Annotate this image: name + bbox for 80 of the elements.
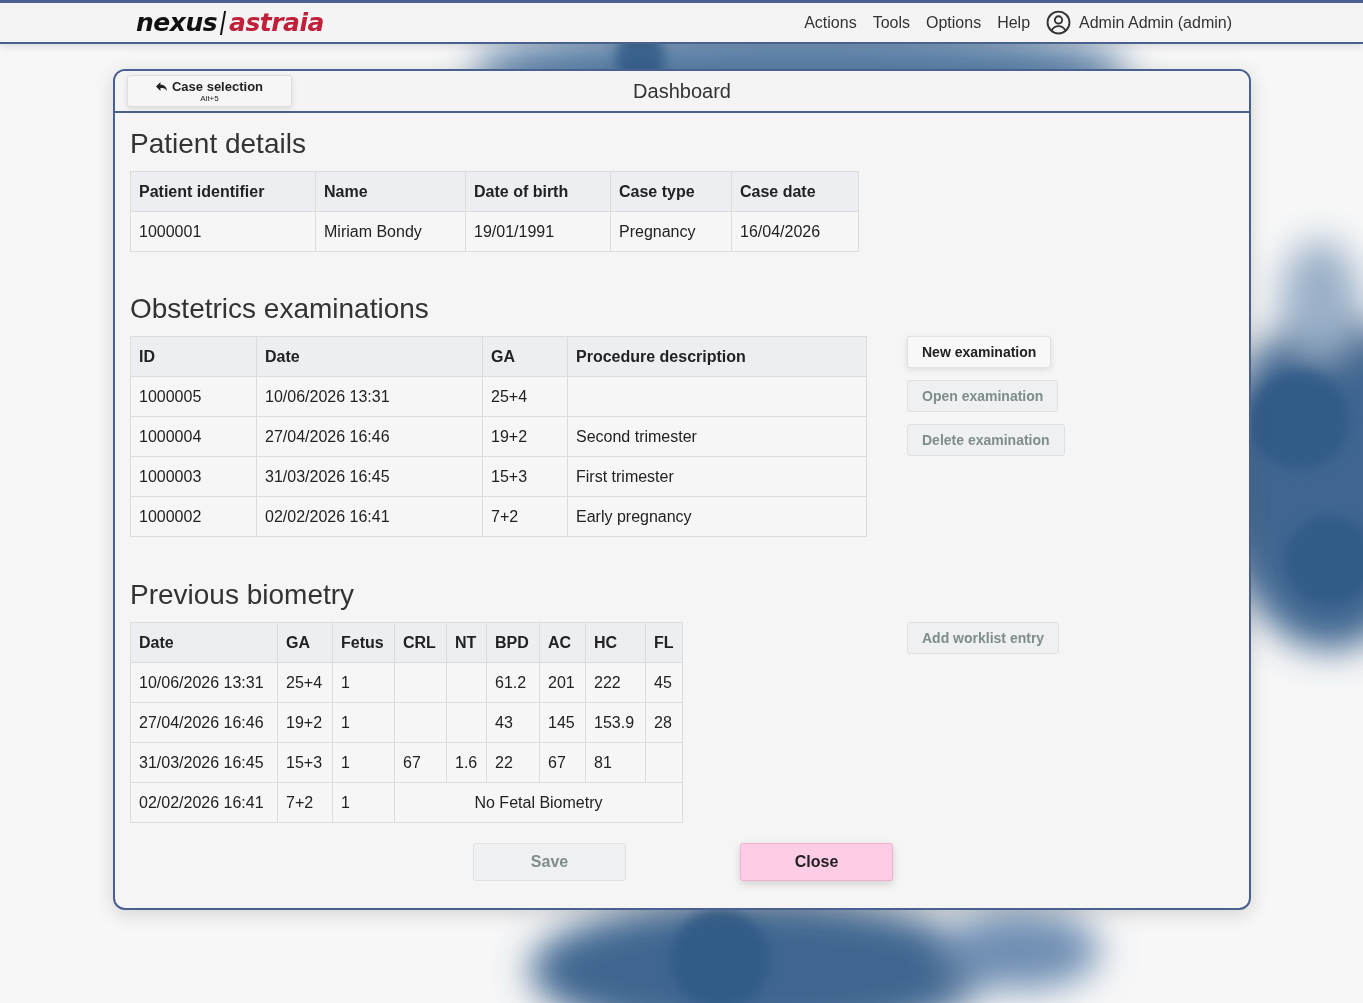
table-cell: 16/04/2026 bbox=[731, 211, 859, 252]
table-cell: 31/03/2026 16:45 bbox=[256, 456, 483, 497]
column-header: GA bbox=[482, 336, 568, 377]
table-cell: 15+3 bbox=[277, 742, 333, 783]
table-cell: Pregnancy bbox=[610, 211, 732, 252]
table-cell: 153.9 bbox=[585, 702, 646, 743]
table-cell: Miriam Bondy bbox=[315, 211, 466, 252]
table-cell: 02/02/2026 16:41 bbox=[256, 496, 483, 537]
back-button[interactable]: Case selection Alt+5 bbox=[127, 75, 292, 107]
table-cell: First trimester bbox=[567, 456, 867, 497]
section-title: Patient details bbox=[130, 127, 307, 161]
section-title: Previous biometry bbox=[130, 578, 356, 612]
section-title: Obstetrics examinations bbox=[130, 292, 430, 326]
table-cell: 43 bbox=[486, 702, 540, 743]
table-cell: 1 bbox=[332, 782, 395, 823]
menu-item[interactable]: Actions bbox=[804, 13, 857, 32]
table-cell: 15+3 bbox=[482, 456, 568, 497]
table-cell: 1 bbox=[332, 742, 395, 783]
column-header: HC bbox=[585, 622, 646, 663]
table-cell: 19/01/1991 bbox=[465, 211, 611, 252]
table-cell: 10/06/2026 13:31 bbox=[256, 376, 483, 417]
column-header: NT bbox=[446, 622, 487, 663]
user-name[interactable]: Admin Admin (admin) bbox=[1079, 13, 1232, 32]
column-header: Name bbox=[315, 171, 466, 212]
table-cell: 1000002 bbox=[130, 496, 257, 537]
menu-item[interactable]: Tools bbox=[872, 13, 910, 32]
user-icon[interactable] bbox=[1046, 10, 1072, 35]
table-cell: 31/03/2026 16:45 bbox=[130, 742, 278, 783]
table-cell: 45 bbox=[645, 662, 683, 703]
table-cell: 19+2 bbox=[277, 702, 333, 743]
table-cell: 67 bbox=[394, 742, 447, 783]
table-cell: 7+2 bbox=[482, 496, 568, 537]
column-header: Case type bbox=[610, 171, 732, 212]
column-header: Procedure description bbox=[567, 336, 867, 377]
table-cell: 7+2 bbox=[277, 782, 333, 823]
table-cell: 19+2 bbox=[482, 416, 568, 457]
table-cell: 27/04/2026 16:46 bbox=[256, 416, 483, 457]
table-cell: 02/02/2026 16:41 bbox=[130, 782, 278, 823]
column-header: GA bbox=[277, 622, 333, 663]
table-cell: 25+4 bbox=[277, 662, 333, 703]
menu-item[interactable]: Options bbox=[926, 13, 982, 32]
table-cell: 27/04/2026 16:46 bbox=[130, 702, 278, 743]
column-header: FL bbox=[645, 622, 683, 663]
table-cell: 222 bbox=[585, 662, 646, 703]
column-header: ID bbox=[130, 336, 257, 377]
dialog-title: Dashboard bbox=[633, 79, 731, 103]
column-header: Date bbox=[256, 336, 483, 377]
back-arrow-icon bbox=[155, 82, 167, 91]
table-cell: 1000003 bbox=[130, 456, 257, 497]
table-cell: 201 bbox=[539, 662, 586, 703]
table-cell: Second trimester bbox=[567, 416, 867, 457]
table-cell: 22 bbox=[486, 742, 540, 783]
table-cell: 1000001 bbox=[130, 211, 316, 252]
column-header: AC bbox=[539, 622, 586, 663]
table-cell: 1.6 bbox=[446, 742, 487, 783]
table-cell: 1000004 bbox=[130, 416, 257, 457]
logo-text: nexus bbox=[136, 8, 218, 37]
table-cell: 145 bbox=[539, 702, 586, 743]
table-cell: 10/06/2026 13:31 bbox=[130, 662, 278, 703]
column-header: Case date bbox=[731, 171, 859, 212]
table-cell: 81 bbox=[585, 742, 646, 783]
column-header: Date bbox=[130, 622, 278, 663]
table-cell: 25+4 bbox=[482, 376, 568, 417]
column-header: CRL bbox=[394, 622, 447, 663]
table-cell: 1000005 bbox=[130, 376, 257, 417]
table-cell: 1 bbox=[332, 662, 395, 703]
table-cell: Early pregnancy bbox=[567, 496, 867, 537]
table-cell: No Fetal Biometry bbox=[394, 782, 683, 823]
table-cell: 61.2 bbox=[486, 662, 540, 703]
column-header: BPD bbox=[486, 622, 540, 663]
column-header: Date of birth bbox=[465, 171, 611, 212]
column-header: Patient identifier bbox=[130, 171, 316, 212]
footer-button[interactable]: Close bbox=[740, 843, 893, 881]
column-header: Fetus bbox=[332, 622, 395, 663]
logo-text: astraia bbox=[229, 8, 324, 37]
table-cell: 67 bbox=[539, 742, 586, 783]
menu-item[interactable]: Help bbox=[997, 13, 1031, 32]
action-button[interactable]: New examination bbox=[907, 336, 1052, 368]
table-cell: 1 bbox=[332, 702, 395, 743]
table-cell: 28 bbox=[645, 702, 683, 743]
